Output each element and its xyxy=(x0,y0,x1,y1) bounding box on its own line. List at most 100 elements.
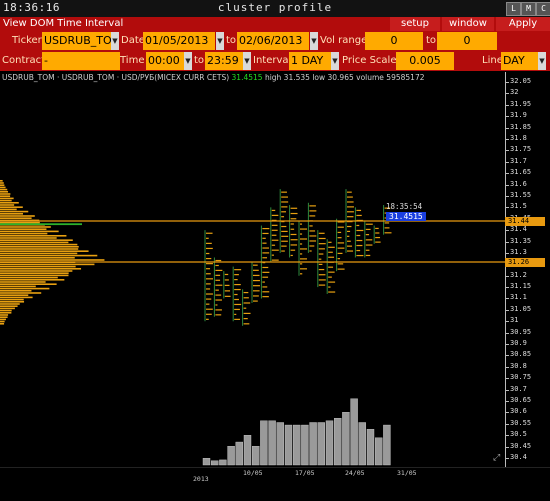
window-button[interactable]: window xyxy=(442,17,494,31)
cluster-bar xyxy=(281,191,287,193)
price-tick-label: 31.5 xyxy=(510,202,527,211)
cluster-bar xyxy=(243,323,250,325)
cluster-bar xyxy=(262,276,269,278)
volume-bar xyxy=(293,424,301,466)
cluster-bar xyxy=(300,243,303,245)
cluster-bar xyxy=(234,288,241,291)
price-tick-label: 31.05 xyxy=(510,304,532,313)
date-to-input[interactable]: 02/06/2013 xyxy=(237,32,309,50)
volume-profile-bar xyxy=(0,322,5,325)
vol-to-label: to xyxy=(426,35,437,46)
price-scale-input[interactable]: 0.005 xyxy=(396,52,454,70)
volume-profile-bar xyxy=(0,190,9,193)
cluster-bar xyxy=(234,269,242,271)
interval-select[interactable]: 1 DAY xyxy=(289,52,331,70)
date-from-dropdown-icon[interactable]: ▼ xyxy=(216,32,224,50)
time-from-dropdown-icon[interactable]: ▼ xyxy=(184,52,192,70)
cluster-bar xyxy=(206,237,209,239)
resize-icon[interactable]: ⤢ xyxy=(493,453,500,463)
cluster-bar xyxy=(215,279,221,281)
price-tick-label: 31.4 xyxy=(510,225,527,234)
price-tick-label: 31.85 xyxy=(510,122,532,131)
interval-label: Interval xyxy=(253,55,292,66)
volume-value: volume 59585172 xyxy=(356,73,425,82)
window-button-l[interactable]: L xyxy=(506,2,521,16)
interval-dropdown-icon[interactable]: ▼ xyxy=(331,52,339,70)
level-low-marker: 31.26 xyxy=(505,258,545,268)
volume-bar xyxy=(358,422,366,466)
cluster-bar xyxy=(262,266,269,269)
volume-profile-bar xyxy=(0,228,47,230)
window-button-m[interactable]: M xyxy=(521,2,536,16)
price-tick-label: 30.55 xyxy=(510,418,532,427)
low-value: low 30.965 xyxy=(312,73,354,82)
volume-profile-bar xyxy=(0,234,67,237)
price-tick-mark xyxy=(506,366,509,368)
price-tick-label: 30.8 xyxy=(510,361,527,370)
volume-profile-bar xyxy=(0,316,8,318)
cluster-bar xyxy=(356,244,363,247)
setup-button[interactable]: setup xyxy=(390,17,440,31)
window-button-c[interactable]: C xyxy=(536,2,550,16)
volume-profile-bar xyxy=(0,230,59,233)
cluster-bar xyxy=(206,313,212,315)
cluster-bar xyxy=(365,234,370,236)
line-select[interactable]: DAY xyxy=(501,52,538,70)
volume-profile-bar xyxy=(0,215,35,217)
crosshair-time: 18:35:54 xyxy=(386,202,423,212)
price-tick-label: 30.9 xyxy=(510,339,527,348)
cluster-bar xyxy=(215,269,223,272)
price-tick-label: 30.95 xyxy=(510,327,532,336)
cluster-bar xyxy=(318,243,326,245)
time-from-input[interactable]: 00:00 xyxy=(146,52,184,70)
volume-bar xyxy=(210,460,219,466)
menu-view-dom-time-interval[interactable]: View DOM Time Interval xyxy=(3,17,123,31)
cluster-bar xyxy=(234,298,239,301)
cluster-chart[interactable] xyxy=(0,82,505,467)
date-from-input[interactable]: 01/05/2013 xyxy=(143,32,215,50)
vol-to-input[interactable]: 0 xyxy=(437,32,497,50)
cluster-bar xyxy=(375,241,381,243)
cluster-bar xyxy=(337,247,345,249)
price-tick-label: 30.75 xyxy=(510,373,532,382)
cluster-bar xyxy=(300,268,307,270)
price-tick-mark xyxy=(506,241,509,243)
vol-from-input[interactable]: 0 xyxy=(365,32,423,50)
line-dropdown-icon[interactable]: ▼ xyxy=(538,52,546,70)
volume-profile-bar xyxy=(0,303,20,305)
cluster-bar xyxy=(281,235,289,237)
time-to-dropdown-icon[interactable]: ▼ xyxy=(243,52,251,70)
price-tick-label: 30.7 xyxy=(510,384,527,393)
cluster-bar xyxy=(262,227,270,230)
cluster-bar xyxy=(281,245,287,247)
cluster-bar xyxy=(328,266,334,268)
date-to-dropdown-icon[interactable]: ▼ xyxy=(310,32,318,50)
cluster-bar xyxy=(224,279,229,281)
contract-input[interactable]: - xyxy=(42,52,120,70)
volume-profile-bar xyxy=(0,267,82,270)
volume-profile-bar xyxy=(0,263,95,266)
apply-button[interactable]: Apply xyxy=(496,17,550,31)
volume-profile-bar xyxy=(0,226,51,228)
date-label: Date xyxy=(121,35,145,46)
cluster-bar xyxy=(215,284,223,286)
volume-profile-bar xyxy=(0,179,3,182)
cluster-bar xyxy=(243,297,249,299)
price-tick-label: 30.65 xyxy=(510,396,532,405)
cluster-bar xyxy=(347,250,354,252)
cluster-bar xyxy=(347,201,354,203)
cluster-bar xyxy=(281,230,288,233)
contract-label: Contract xyxy=(2,55,46,66)
cluster-bar xyxy=(290,244,298,246)
volume-profile-bar xyxy=(0,243,78,246)
ticker-input[interactable]: USDRUB_TOI xyxy=(42,32,112,50)
price-tick-mark xyxy=(506,298,509,300)
ticker-dropdown-icon[interactable]: ▼ xyxy=(111,32,119,50)
volume-profile-bar xyxy=(0,298,24,301)
price-tick-label: 32 xyxy=(510,88,519,97)
cluster-bar xyxy=(347,230,351,233)
price-tick-mark xyxy=(506,161,509,163)
volume-bar xyxy=(342,412,350,466)
time-to-input[interactable]: 23:59 xyxy=(205,52,243,70)
volume-profile-bar xyxy=(0,250,89,252)
